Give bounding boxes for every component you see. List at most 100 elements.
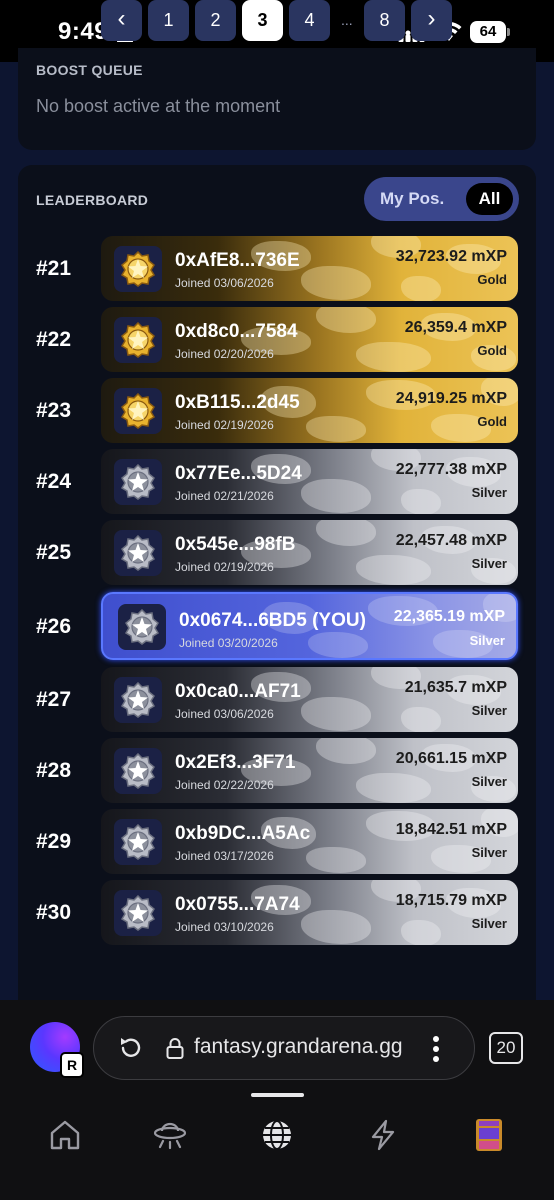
page-button-4[interactable]: 4 — [289, 0, 330, 41]
arcade-machine-icon[interactable] — [472, 1118, 506, 1152]
rank-number: #28 — [36, 759, 72, 782]
avatar-badge: R — [60, 1052, 84, 1078]
joined-date: Joined 03/10/2026 — [175, 920, 274, 934]
wallet-address: 0x2Ef3...3F71 — [175, 752, 296, 773]
rank-number: #24 — [36, 470, 72, 493]
leaderboard-row[interactable]: 0xAfE8...736E Joined 03/06/2026 32,723.92 … — [101, 236, 518, 301]
tier-badge — [114, 819, 162, 865]
tab-count-button[interactable]: 20 — [489, 1032, 523, 1064]
texture-blot — [316, 307, 376, 333]
lock-icon — [166, 1038, 184, 1059]
address-bar[interactable]: fantasy.grandarena.gg — [93, 1016, 475, 1080]
gold-star-badge-icon — [120, 393, 156, 429]
wallet-address: 0x0ca0...AF71 — [175, 681, 301, 702]
leaderboard-row[interactable]: 0x545e...98fB Joined 02/19/2026 22,457.48 … — [101, 520, 518, 585]
rank-number: #21 — [36, 257, 72, 280]
texture-blot — [301, 479, 371, 513]
tier-label: Gold — [477, 414, 507, 429]
battery-indicator: 64 — [470, 21, 510, 43]
tier-badge — [114, 388, 162, 434]
boost-queue-card: BOOST QUEUE No boost active at the momen… — [18, 48, 536, 150]
texture-blot — [401, 707, 441, 732]
boost-queue-empty-text: No boost active at the moment — [36, 96, 281, 116]
leaderboard-row[interactable]: 0x2Ef3...3F71 Joined 02/22/2026 20,661.15 … — [101, 738, 518, 803]
silver-star-badge-icon — [120, 464, 156, 500]
page-button-2[interactable]: 2 — [195, 0, 236, 41]
tier-label: Silver — [471, 485, 507, 500]
joined-date: Joined 02/22/2026 — [175, 778, 274, 792]
silver-star-badge-icon — [120, 753, 156, 789]
gold-star-badge-icon — [120, 251, 156, 287]
pagination-ellipsis: ... — [341, 12, 353, 28]
texture-blot — [356, 773, 431, 803]
xp-score: 24,919.25 mXP — [395, 390, 507, 407]
page-button-3[interactable]: 3 — [242, 0, 283, 41]
next-page-button[interactable]: › — [411, 0, 452, 41]
page-button-1[interactable]: 1 — [148, 0, 189, 41]
globe-icon[interactable] — [260, 1118, 294, 1152]
rank-number: #22 — [36, 328, 72, 351]
texture-blot — [308, 632, 368, 658]
more-options-icon[interactable] — [432, 1035, 440, 1063]
toggle-my-position[interactable]: My Pos. — [380, 177, 444, 221]
silver-star-badge-icon — [120, 895, 156, 931]
page-button-8[interactable]: 8 — [364, 0, 405, 41]
leaderboard-row[interactable]: 0x0ca0...AF71 Joined 03/06/2026 21,635.7 m… — [101, 667, 518, 732]
wallet-address: 0x77Ee...5D24 — [175, 463, 302, 484]
gold-star-badge-icon — [120, 322, 156, 358]
leaderboard-row-you[interactable]: 0x0674...6BD5 (YOU) Joined 03/20/2026 22,3… — [101, 592, 518, 660]
rank-number: #27 — [36, 688, 72, 711]
xp-score: 22,777.38 mXP — [395, 461, 507, 478]
tier-label: Silver — [471, 556, 507, 571]
tier-label: Gold — [477, 272, 507, 287]
tier-badge — [114, 317, 162, 363]
joined-date: Joined 03/06/2026 — [175, 276, 274, 290]
lightning-icon[interactable] — [366, 1118, 400, 1152]
tier-label: Silver — [471, 916, 507, 931]
reload-icon[interactable] — [118, 1035, 144, 1061]
texture-blot — [401, 920, 441, 945]
joined-date: Joined 02/21/2026 — [175, 489, 274, 503]
joined-date: Joined 03/17/2026 — [175, 849, 274, 863]
url-text: fantasy.grandarena.gg — [194, 1035, 403, 1058]
rank-number: #30 — [36, 901, 72, 924]
tier-badge — [114, 246, 162, 292]
texture-blot — [316, 520, 376, 546]
xp-score: 18,842.51 mXP — [395, 821, 507, 838]
xp-score: 18,715.79 mXP — [395, 892, 507, 909]
texture-blot — [356, 342, 431, 372]
tier-label: Gold — [477, 343, 507, 358]
prev-page-button[interactable]: ‹ — [101, 0, 142, 41]
wallet-address: 0x0674...6BD5 (YOU) — [179, 610, 366, 631]
home-icon[interactable] — [48, 1118, 82, 1152]
tier-badge — [114, 677, 162, 723]
xp-score: 26,359.4 mXP — [404, 319, 507, 336]
leaderboard-title: LEADERBOARD — [36, 192, 149, 208]
leaderboard-row[interactable]: 0x77Ee...5D24 Joined 02/21/2026 22,777.38 … — [101, 449, 518, 514]
battery-level: 64 — [470, 21, 506, 43]
rank-number: #26 — [36, 615, 72, 638]
tier-badge — [114, 459, 162, 505]
toggle-all[interactable]: All — [466, 183, 513, 215]
leaderboard-row[interactable]: 0x0755...7A74 Joined 03/10/2026 18,715.79 … — [101, 880, 518, 945]
ufo-icon[interactable] — [153, 1118, 187, 1152]
texture-blot — [306, 847, 366, 873]
tier-label: Silver — [471, 774, 507, 789]
xp-score: 21,635.7 mXP — [404, 679, 507, 696]
xp-score: 22,457.48 mXP — [395, 532, 507, 549]
texture-blot — [301, 910, 371, 944]
texture-blot — [401, 276, 441, 301]
xp-score: 22,365.19 mXP — [393, 608, 505, 625]
tier-badge — [114, 890, 162, 936]
leaderboard-row[interactable]: 0xB115...2d45 Joined 02/19/2026 24,919.25 … — [101, 378, 518, 443]
leaderboard-row[interactable]: 0xd8c0...7584 Joined 02/20/2026 26,359.4 m… — [101, 307, 518, 372]
texture-blot — [301, 697, 371, 731]
rank-number: #25 — [36, 541, 72, 564]
tier-label: Silver — [471, 703, 507, 718]
wallet-address: 0x0755...7A74 — [175, 894, 300, 915]
active-tab-indicator — [251, 1093, 304, 1097]
silver-star-badge-icon — [120, 824, 156, 860]
leaderboard-row[interactable]: 0xb9DC...A5Ac Joined 03/17/2026 18,842.51 … — [101, 809, 518, 874]
position-toggle: My Pos. All — [364, 177, 519, 221]
texture-blot — [356, 555, 431, 585]
